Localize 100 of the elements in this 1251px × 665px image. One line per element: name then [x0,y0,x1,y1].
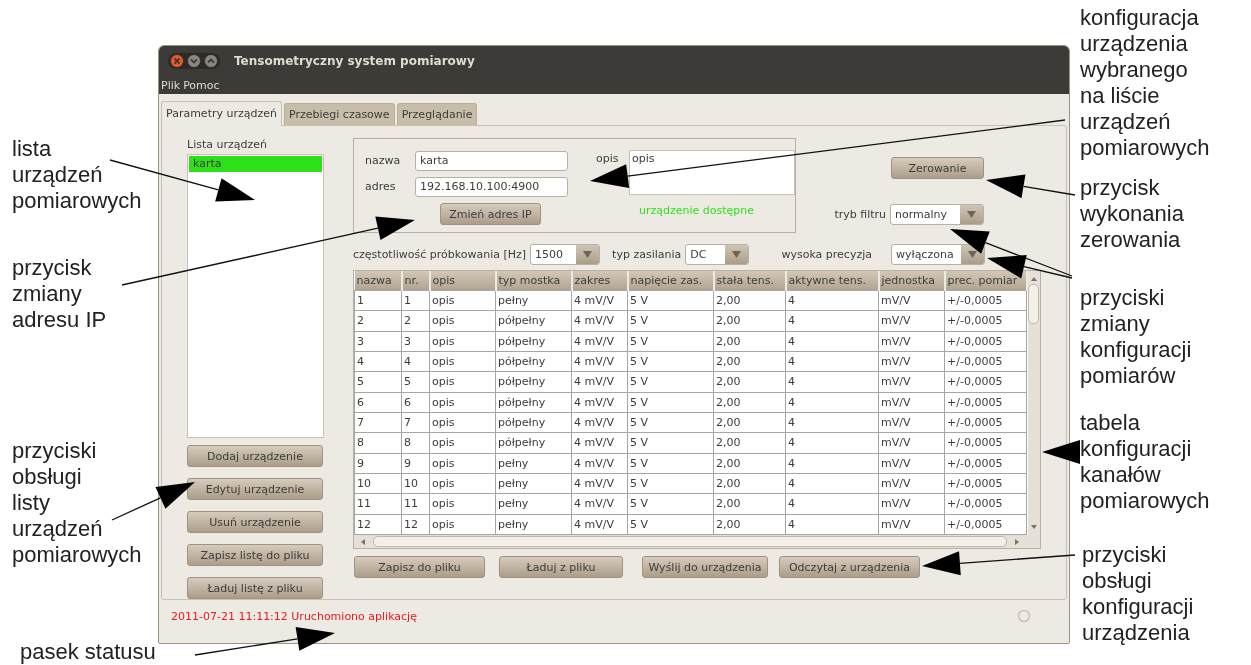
table-cell: pełny [495,453,572,474]
zero-button[interactable]: Zerowanie [891,157,984,179]
table-cell: opis [429,493,496,515]
table-cell: 3 [401,331,430,352]
availability-status: urządzenie dostępne [639,204,756,217]
table-cell: 6 [401,392,430,413]
change-ip-button[interactable]: Zmień adres IP [440,203,541,225]
menu-item[interactable]: Plik [161,78,181,92]
field-label: opis [596,151,620,167]
tab[interactable]: Przeglądanie [396,103,478,125]
column-header[interactable]: nr. [401,271,430,291]
list-label: Lista urządzeń [187,138,268,153]
table-cell: 8 [401,432,430,454]
table-cell: mV/V [878,392,945,413]
config-action-button[interactable]: Zapisz do pliku [354,556,485,578]
table-cell: 5 [401,371,430,393]
dropdown[interactable]: DC [685,244,750,265]
table-cell: półpełny [495,371,572,393]
table-cell: 10 [354,473,402,494]
table-cell: mV/V [878,412,945,433]
table-cell: +/-0,0005 [944,371,1027,393]
column-header[interactable]: zakres [571,271,628,291]
list-action-button[interactable]: Usuń urządzenie [187,511,323,533]
table-cell: półpełny [495,392,572,413]
field-label: adres [365,180,397,193]
list-action-button[interactable]: Dodaj urządzenie [187,445,323,467]
column-header[interactable]: nazwa [354,271,402,291]
annotation-label: konfiguracja urządzenia wybranego na liście urządzeń pomiarowych [1080,5,1210,161]
table-cell: 5 V [627,453,714,474]
table-cell: +/-0,0005 [944,310,1027,332]
caret-icon [967,211,976,218]
table-cell: opis [429,371,496,393]
caret-icon [968,251,977,258]
column-header[interactable]: opis [429,271,496,291]
table-cell: 5 V [627,310,714,332]
annotation-label: przyciski zmiany konfiguracji pomiarów [1080,285,1192,389]
caret-icon [732,251,742,258]
table-cell: mV/V [878,473,945,494]
table-cell: +/-0,0005 [944,392,1027,413]
tab[interactable]: Przebiegi czasowe [284,103,395,125]
column-header[interactable]: aktywne tens. [785,271,879,291]
table-cell: +/-0,0005 [944,290,1027,311]
table-cell: mV/V [878,351,945,372]
table-cell: 5 V [627,331,714,352]
dropdown[interactable]: 1500 [530,244,601,265]
input-field[interactable]: 192.168.10.100:4900 [415,176,568,197]
table-cell: 2,00 [713,432,786,454]
column-header[interactable]: napięcie zas. [627,271,714,291]
table-cell: 4 mV/V [571,514,628,535]
table-cell: +/-0,0005 [944,331,1027,352]
column-header[interactable]: jednostka [878,271,945,291]
table-cell: 2 [354,310,402,332]
list-action-button[interactable]: Edytuj urządzenie [187,478,323,500]
close-icon[interactable] [170,54,184,68]
maximize-icon[interactable] [204,54,218,68]
table-cell: 7 [401,412,430,433]
column-header[interactable]: stała tens. [713,271,786,291]
column-header[interactable]: prec. pomiar [944,271,1027,291]
table-cell: mV/V [878,331,945,352]
table-cell: 4 [785,493,879,515]
config-action-button[interactable]: Ładuj z pliku [499,556,623,578]
list-action-button[interactable]: Zapisz listę do pliku [187,544,323,566]
annotation-label: przycisk zmiany adresu IP [12,255,107,333]
table-cell: mV/V [878,432,945,454]
table-cell: mV/V [878,371,945,393]
table-cell: 10 [401,473,430,494]
table-cell: 4 mV/V [571,453,628,474]
config-action-button[interactable]: Wyślij do urządzenia [642,556,768,578]
table-cell: +/-0,0005 [944,514,1027,535]
dropdown[interactable]: wyłączona [891,244,985,265]
table-cell: 4 mV/V [571,351,628,372]
description-field[interactable]: opis [629,150,795,195]
table-cell: 4 mV/V [571,371,628,393]
table-cell: mV/V [878,290,945,311]
table-cell: 4 [785,412,879,433]
table-cell: 8 [354,432,402,454]
list-item[interactable]: karta [189,155,322,172]
table-cell: pełny [495,514,572,535]
table-cell: 4 mV/V [571,392,628,413]
input-field[interactable]: karta [415,150,568,171]
table-cell: 5 V [627,514,714,535]
table-cell: opis [429,310,496,332]
column-header[interactable]: typ mostka [495,271,572,291]
horizontal-scrollbar[interactable] [354,535,1040,548]
table-cell: 4 mV/V [571,473,628,494]
table-cell: 5 V [627,473,714,494]
table-cell: +/-0,0005 [944,412,1027,433]
tab[interactable]: Parametry urządzeń [161,101,282,126]
table-cell: 2,00 [713,473,786,494]
menu-item[interactable]: Pomoc [183,78,220,92]
status-message: 2011-07-21 11:11:12 Uruchomiono aplikację [171,609,417,623]
table-cell: 4 [785,473,879,494]
table-cell: opis [429,290,496,311]
field-label: tryb filtru [834,208,886,221]
table-cell: 2,00 [713,331,786,352]
list-action-button[interactable]: Ładuj listę z pliku [187,577,323,599]
config-action-button[interactable]: Odczytaj z urządzenia [779,556,920,578]
table-cell: opis [429,514,496,535]
minimize-icon[interactable] [187,54,201,68]
dropdown[interactable]: normalny [890,204,984,225]
